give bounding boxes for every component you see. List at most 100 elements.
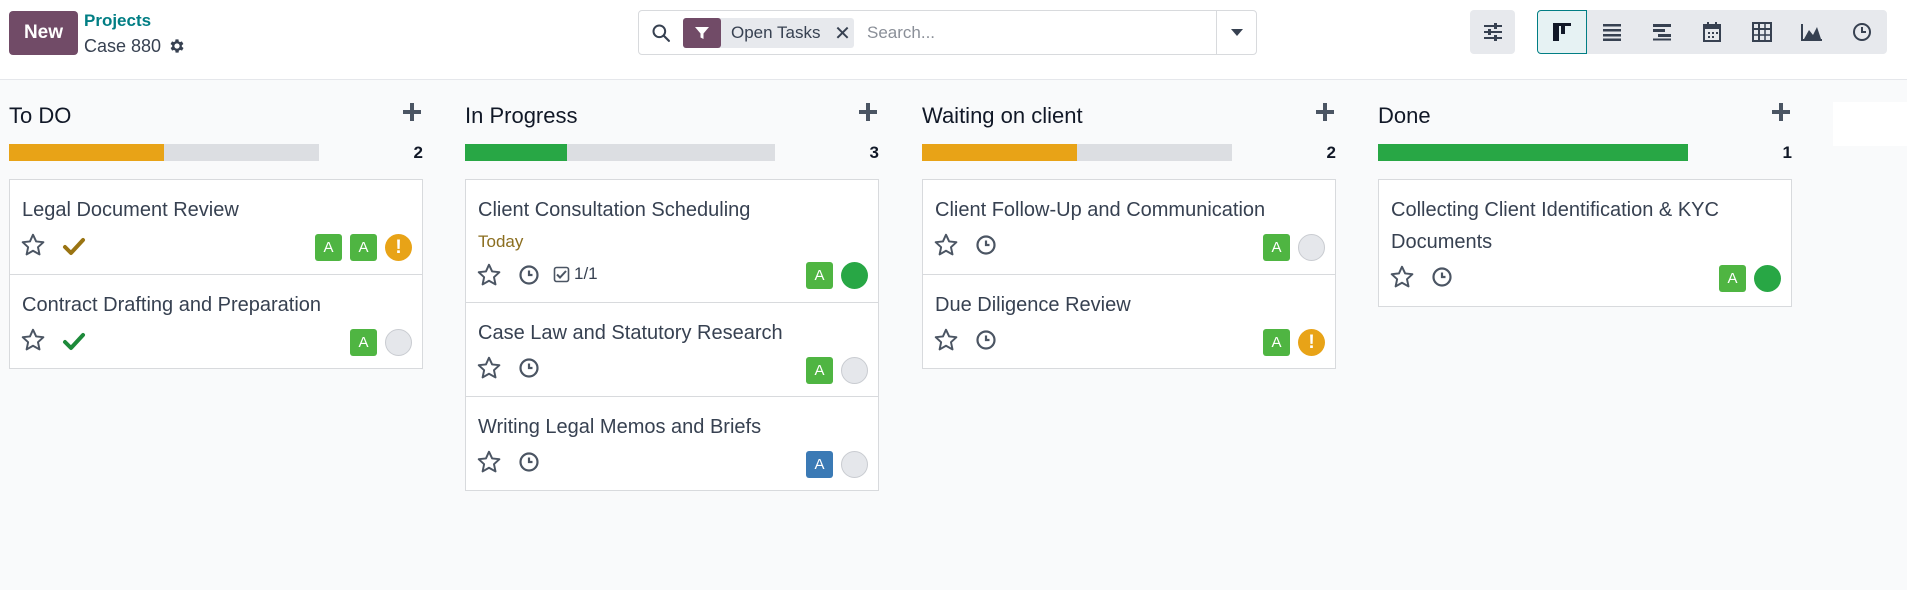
- star-icon[interactable]: [476, 262, 502, 288]
- column-title[interactable]: Done: [1378, 103, 1431, 129]
- column-progress-bar[interactable]: [922, 144, 1232, 161]
- star-icon[interactable]: [933, 232, 959, 258]
- task-card[interactable]: Writing Legal Memos and Briefs A: [466, 396, 878, 490]
- status-indicator[interactable]: [1298, 234, 1325, 261]
- column-count: 2: [1326, 143, 1336, 162]
- view-switcher: [1537, 10, 1887, 54]
- column-count: 1: [1782, 143, 1792, 162]
- search-facet: Open Tasks ✕: [683, 18, 855, 48]
- pivot-icon: [1752, 22, 1772, 42]
- view-list-button[interactable]: [1587, 10, 1637, 54]
- clock-icon[interactable]: [518, 264, 540, 286]
- task-title: Client Consultation Scheduling: [478, 199, 751, 221]
- view-kanban-button[interactable]: [1537, 10, 1587, 54]
- new-button[interactable]: New: [9, 11, 78, 55]
- filter-panel-button[interactable]: [1470, 10, 1515, 54]
- column-count: 3: [869, 143, 879, 162]
- search-options-toggle[interactable]: [1216, 11, 1256, 54]
- plus-icon[interactable]: [857, 101, 879, 123]
- task-title: Legal Document Review: [22, 199, 239, 221]
- task-card[interactable]: Collecting Client Identification & KYC D…: [1379, 180, 1791, 306]
- assignee-avatar[interactable]: A: [350, 329, 377, 356]
- card-list: Client Follow-Up and Communication A Due D…: [922, 179, 1336, 369]
- status-indicator[interactable]: [1754, 265, 1781, 292]
- graph-icon: [1801, 24, 1822, 41]
- status-indicator[interactable]: [841, 357, 868, 384]
- clock-icon[interactable]: [518, 451, 540, 473]
- column-count: 2: [413, 143, 423, 162]
- calendar-icon: [1703, 22, 1721, 42]
- task-card[interactable]: Client Follow-Up and Communication A: [923, 180, 1335, 274]
- clock-icon[interactable]: [975, 234, 997, 256]
- assignee-avatar[interactable]: A: [1263, 234, 1290, 261]
- task-title: Due Diligence Review: [935, 294, 1131, 316]
- status-indicator[interactable]: [385, 329, 412, 356]
- task-title: Case Law and Statutory Research: [478, 322, 783, 344]
- task-title: Client Follow-Up and Communication: [935, 199, 1266, 221]
- status-indicator[interactable]: !: [1298, 329, 1325, 356]
- assignee-avatar[interactable]: A: [1719, 265, 1746, 292]
- task-card[interactable]: Contract Drafting and Preparation A: [10, 274, 422, 368]
- assignee-avatar[interactable]: A: [806, 262, 833, 289]
- checkbox-icon: [553, 266, 570, 282]
- star-icon[interactable]: [20, 327, 46, 353]
- status-indicator[interactable]: [841, 451, 868, 478]
- assignee-avatar[interactable]: A: [806, 451, 833, 478]
- task-card[interactable]: Case Law and Statutory Research A: [466, 302, 878, 396]
- card-list: Client Consultation Scheduling Today 1/1 A C…: [465, 179, 879, 491]
- search-input[interactable]: [867, 19, 1197, 47]
- star-icon[interactable]: [20, 232, 46, 258]
- view-gantt-button[interactable]: [1637, 10, 1687, 54]
- checkmark-icon[interactable]: [62, 329, 86, 353]
- gantt-icon: [1653, 24, 1671, 41]
- kanban-icon: [1553, 23, 1571, 41]
- column-title[interactable]: To DO: [9, 103, 71, 129]
- breadcrumb-projects-link[interactable]: Projects: [84, 11, 151, 31]
- list-icon: [1603, 24, 1621, 41]
- plus-icon[interactable]: [1770, 101, 1792, 123]
- status-indicator[interactable]: [841, 262, 868, 289]
- plus-icon[interactable]: [1314, 101, 1336, 123]
- star-icon[interactable]: [476, 355, 502, 381]
- clock-icon[interactable]: [975, 329, 997, 351]
- facet-label: Open Tasks: [731, 23, 821, 42]
- status-indicator[interactable]: !: [385, 234, 412, 261]
- gear-icon[interactable]: [168, 37, 186, 55]
- clock-icon[interactable]: [1431, 266, 1453, 288]
- column-title[interactable]: In Progress: [465, 103, 578, 129]
- task-title: Collecting Client Identification & KYC D…: [1391, 199, 1719, 253]
- search-bar: Open Tasks ✕: [638, 10, 1257, 55]
- view-pivot-button[interactable]: [1737, 10, 1787, 54]
- clock-icon[interactable]: [518, 357, 540, 379]
- caret-down-icon: [1230, 28, 1243, 36]
- star-icon[interactable]: [1389, 264, 1415, 290]
- add-column-area[interactable]: [1833, 102, 1907, 146]
- view-graph-button[interactable]: [1787, 10, 1837, 54]
- column-title[interactable]: Waiting on client: [922, 103, 1083, 129]
- task-title: Contract Drafting and Preparation: [22, 294, 322, 316]
- control-panel: New Projects Case 880 Open Tasks ✕: [0, 0, 1907, 80]
- task-title: Writing Legal Memos and Briefs: [478, 416, 762, 438]
- assignee-avatar[interactable]: A: [806, 357, 833, 384]
- assignee-avatar[interactable]: A: [1263, 329, 1290, 356]
- task-deadline: Today: [478, 232, 524, 251]
- star-icon[interactable]: [476, 449, 502, 475]
- checkmark-icon[interactable]: [62, 234, 86, 258]
- assignee-avatar[interactable]: A: [315, 234, 342, 261]
- plus-icon[interactable]: [401, 101, 423, 123]
- column-progress-bar[interactable]: [9, 144, 319, 161]
- task-card[interactable]: Legal Document Review! A A: [10, 180, 422, 274]
- task-card[interactable]: Client Consultation Scheduling Today 1/1 A: [466, 180, 878, 302]
- column-progress-bar[interactable]: [465, 144, 775, 161]
- view-calendar-button[interactable]: [1687, 10, 1737, 54]
- column-progress-bar[interactable]: [1378, 144, 1688, 161]
- view-activity-button[interactable]: [1837, 10, 1887, 54]
- activity-icon: [1853, 23, 1871, 41]
- facet-remove-icon[interactable]: ✕: [830, 18, 854, 48]
- subtask-counter[interactable]: 1/1: [553, 264, 598, 284]
- search-icon: [652, 24, 670, 43]
- task-card[interactable]: Due Diligence Review! A: [923, 274, 1335, 368]
- sliders-icon: [1483, 23, 1502, 41]
- assignee-avatar[interactable]: A: [350, 234, 377, 261]
- star-icon[interactable]: [933, 327, 959, 353]
